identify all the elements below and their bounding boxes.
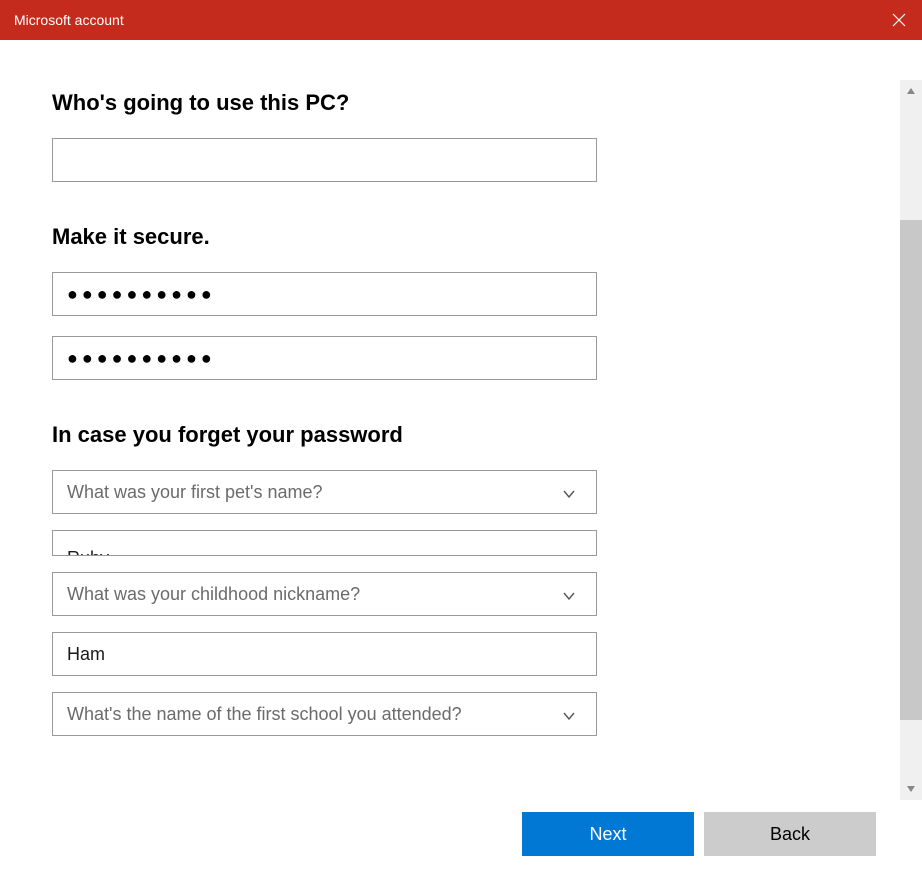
security-answer-2-value: Ham	[67, 644, 105, 665]
password-mask: ●●●●●●●●●●	[67, 284, 216, 305]
security-question-3-label: What's the name of the first school you …	[67, 704, 462, 725]
form-column: Who's going to use this PC? Make it secu…	[52, 90, 602, 736]
security-question-1-dropdown[interactable]: What was your first pet's name?	[52, 470, 597, 514]
security-question-3-dropdown[interactable]: What's the name of the first school you …	[52, 692, 597, 736]
heading-who: Who's going to use this PC?	[52, 90, 602, 116]
chevron-down-icon	[562, 707, 576, 721]
security-answer-2-input[interactable]: Ham	[52, 632, 597, 676]
window-title: Microsoft account	[14, 12, 124, 28]
titlebar: Microsoft account	[0, 0, 922, 40]
chevron-down-icon	[562, 587, 576, 601]
dialog-body: Who's going to use this PC? Make it secu…	[0, 40, 922, 888]
chevron-down-icon	[906, 784, 916, 794]
confirm-password-input[interactable]: ●●●●●●●●●●	[52, 336, 597, 380]
heading-secure: Make it secure.	[52, 224, 602, 250]
security-question-2-label: What was your childhood nickname?	[67, 584, 360, 605]
vertical-scrollbar[interactable]	[900, 80, 922, 800]
close-icon	[892, 13, 906, 27]
back-button[interactable]: Back	[704, 812, 876, 856]
chevron-down-icon	[562, 485, 576, 499]
security-answer-1-input[interactable]: Ruby	[52, 530, 597, 556]
security-question-2-dropdown[interactable]: What was your childhood nickname?	[52, 572, 597, 616]
scroll-content: Who's going to use this PC? Make it secu…	[0, 40, 898, 798]
confirm-password-mask: ●●●●●●●●●●	[67, 348, 216, 369]
next-button[interactable]: Next	[522, 812, 694, 856]
scrollbar-down-button[interactable]	[900, 778, 922, 800]
security-answer-1-value: Ruby	[67, 548, 109, 556]
scrollbar-up-button[interactable]	[900, 80, 922, 102]
password-input[interactable]: ●●●●●●●●●●	[52, 272, 597, 316]
username-input[interactable]	[52, 138, 597, 182]
security-question-1-label: What was your first pet's name?	[67, 482, 323, 503]
close-button[interactable]	[876, 0, 922, 40]
scrollbar-thumb[interactable]	[900, 220, 922, 720]
heading-recovery: In case you forget your password	[52, 422, 602, 448]
button-row: Next Back	[522, 812, 876, 856]
chevron-up-icon	[906, 86, 916, 96]
